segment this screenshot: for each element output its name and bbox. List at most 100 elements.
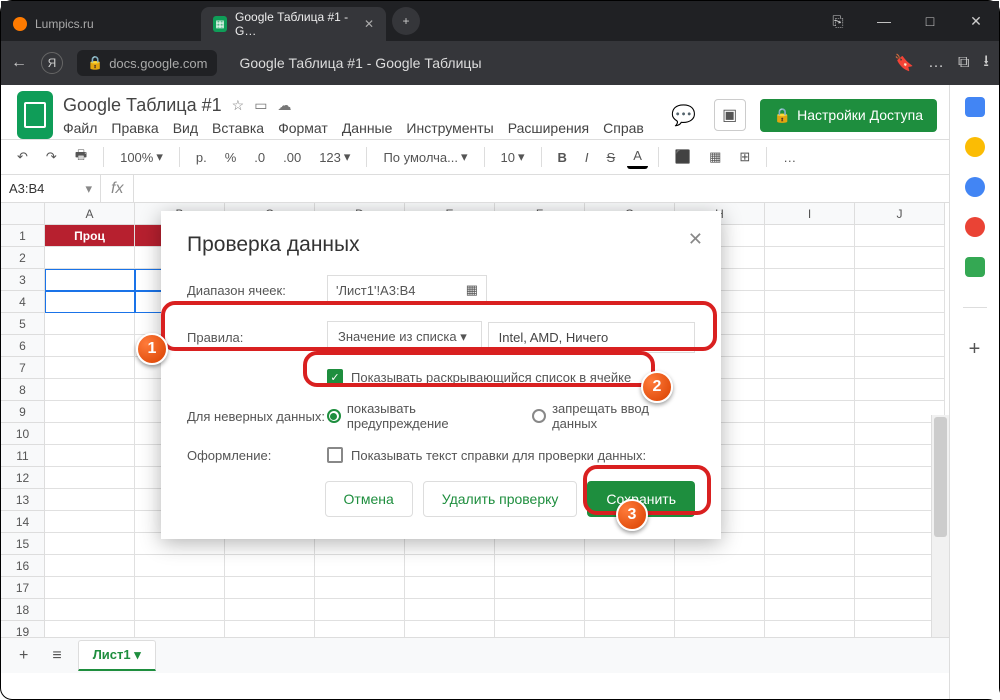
menu-tools[interactable]: Инструменты [406, 120, 493, 136]
hub-icon[interactable]: ⎘ [815, 1, 861, 41]
print-button[interactable]: 🖶 [69, 143, 93, 171]
close-tab-icon[interactable]: ✕ [364, 17, 374, 31]
cell[interactable] [765, 379, 855, 401]
new-tab-button[interactable]: + [392, 7, 420, 35]
address-bar[interactable]: 🔒 docs.google.com [77, 50, 217, 76]
add-sheet-button[interactable]: + [11, 643, 36, 669]
cell[interactable] [315, 577, 405, 599]
browser-tab-inactive[interactable]: Lumpics.ru [1, 7, 201, 41]
decrease-decimal[interactable]: .0 [248, 147, 271, 168]
cell[interactable] [45, 533, 135, 555]
merge-button[interactable]: ⊞ [733, 146, 756, 168]
cell[interactable] [765, 313, 855, 335]
move-icon[interactable]: ▭ [254, 97, 267, 114]
bookmark-icon[interactable]: 🔖 [894, 53, 914, 73]
row-header[interactable]: 15 [1, 533, 45, 555]
col-header[interactable] [1, 203, 45, 225]
range-input[interactable]: 'Лист1'!A3:B4 ▦ [327, 275, 487, 305]
strike-button[interactable]: S [601, 147, 622, 168]
cell[interactable] [765, 467, 855, 489]
row-header[interactable]: 1 [1, 225, 45, 247]
menu-format[interactable]: Формат [278, 120, 328, 136]
row-header[interactable]: 18 [1, 599, 45, 621]
row-header[interactable]: 5 [1, 313, 45, 335]
cell[interactable] [765, 555, 855, 577]
minimize-button[interactable]: — [861, 1, 907, 41]
italic-button[interactable]: I [579, 147, 595, 168]
share-button[interactable]: 🔒 Настройки Доступа [760, 99, 937, 132]
menu-data[interactable]: Данные [342, 120, 393, 136]
cell[interactable] [45, 445, 135, 467]
cell[interactable] [855, 379, 945, 401]
cell[interactable] [225, 599, 315, 621]
cell[interactable] [225, 555, 315, 577]
cell[interactable] [765, 247, 855, 269]
more-icon[interactable]: … [928, 54, 944, 72]
radio-reject-input[interactable] [532, 409, 546, 423]
back-button[interactable]: ← [11, 54, 27, 72]
font-dropdown[interactable]: По умолча... ▾ [377, 146, 473, 168]
cell[interactable] [855, 313, 945, 335]
cell[interactable]: Проц [45, 225, 135, 247]
zoom-dropdown[interactable]: 100% ▾ [114, 146, 169, 168]
menu-insert[interactable]: Вставка [212, 120, 264, 136]
row-header[interactable]: 9 [1, 401, 45, 423]
col-header[interactable]: A [45, 203, 135, 225]
help-text-checkbox[interactable] [327, 447, 343, 463]
rules-dropdown[interactable]: Значение из списка ▾ [327, 321, 482, 353]
cancel-button[interactable]: Отмена [325, 481, 413, 517]
menu-file[interactable]: Файл [63, 120, 97, 136]
font-size[interactable]: 10 ▾ [495, 146, 531, 168]
cell[interactable] [45, 269, 135, 291]
number-format[interactable]: 123 ▾ [313, 146, 356, 168]
cell[interactable] [855, 247, 945, 269]
tasks-icon[interactable] [965, 177, 985, 197]
more-tools[interactable]: … [777, 147, 802, 168]
cell[interactable] [765, 335, 855, 357]
cell[interactable] [45, 379, 135, 401]
cell[interactable] [765, 599, 855, 621]
redo-button[interactable]: ↷ [40, 146, 63, 168]
cell[interactable] [45, 511, 135, 533]
show-dropdown-checkbox[interactable]: ✓ [327, 369, 343, 385]
currency-button[interactable]: р. [190, 147, 213, 168]
contacts-icon[interactable] [965, 217, 985, 237]
sheet-dropdown-icon[interactable]: ▾ [134, 647, 141, 662]
cell[interactable] [765, 269, 855, 291]
row-header[interactable]: 14 [1, 511, 45, 533]
star-icon[interactable]: ☆ [232, 97, 245, 114]
menu-view[interactable]: Вид [173, 120, 198, 136]
calendar-icon[interactable] [965, 97, 985, 117]
row-header[interactable]: 12 [1, 467, 45, 489]
cell[interactable] [675, 555, 765, 577]
undo-button[interactable]: ↶ [11, 146, 34, 168]
row-header[interactable]: 17 [1, 577, 45, 599]
cell[interactable] [765, 511, 855, 533]
row-header[interactable]: 2 [1, 247, 45, 269]
cell[interactable] [855, 225, 945, 247]
row-header[interactable]: 3 [1, 269, 45, 291]
cell[interactable] [45, 247, 135, 269]
cell[interactable] [495, 577, 585, 599]
document-title[interactable]: Google Таблица #1 [63, 95, 222, 116]
downloads-icon[interactable]: ⭳ [983, 50, 989, 77]
sheets-logo[interactable] [17, 91, 53, 139]
formula-bar[interactable] [133, 175, 999, 202]
cell[interactable] [585, 599, 675, 621]
rules-values-input[interactable]: Intel, AMD, Ничего [488, 322, 695, 353]
comments-icon[interactable]: 💬 [668, 99, 700, 131]
cell[interactable] [765, 401, 855, 423]
cell[interactable] [855, 291, 945, 313]
close-dialog-button[interactable]: ✕ [688, 229, 703, 250]
row-header[interactable]: 10 [1, 423, 45, 445]
row-header[interactable]: 7 [1, 357, 45, 379]
present-icon[interactable]: ▣ [714, 99, 746, 131]
sheet-tab[interactable]: Лист1 ▾ [78, 640, 156, 671]
menu-extensions[interactable]: Расширения [508, 120, 589, 136]
yandex-icon[interactable]: Я [41, 52, 63, 74]
cell[interactable] [315, 555, 405, 577]
cell[interactable] [45, 313, 135, 335]
cell[interactable] [765, 445, 855, 467]
cell[interactable] [135, 577, 225, 599]
close-window-button[interactable]: ✕ [953, 1, 999, 41]
